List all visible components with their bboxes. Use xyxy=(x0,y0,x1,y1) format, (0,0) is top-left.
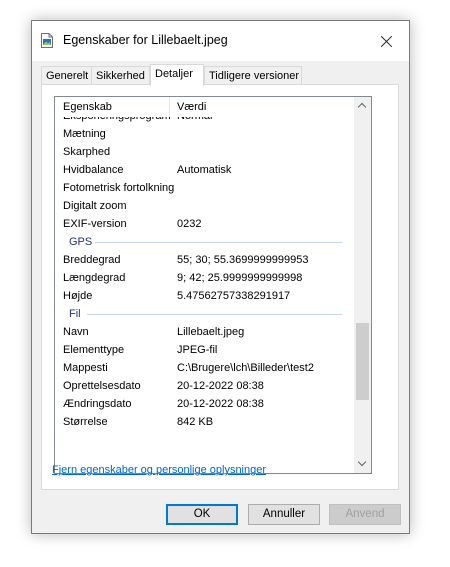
property-name: Fotometrisk fortolkning xyxy=(63,182,175,194)
group-header-fil: Fil xyxy=(55,305,352,323)
property-name: Ændringsdato xyxy=(63,398,132,410)
list-item[interactable]: Ændringsdato 20-12-2022 08:38 xyxy=(55,395,352,413)
property-value: 842 KB xyxy=(177,416,214,428)
details-list[interactable]: Eksponeringsprogram Normal Mætning Skarp… xyxy=(54,96,372,474)
property-name: Højde xyxy=(63,290,93,302)
list-item[interactable]: Breddegrad 55; 30; 55.3699999999953 xyxy=(55,251,352,269)
list-item[interactable]: Størrelse 842 KB xyxy=(55,413,352,431)
property-value: 9; 42; 25.9999999999998 xyxy=(177,272,303,284)
details-rows: Eksponeringsprogram Normal Mætning Skarp… xyxy=(55,107,352,431)
list-item[interactable]: EXIF-version 0232 xyxy=(55,215,352,233)
list-item[interactable]: Fotometrisk fortolkning xyxy=(55,179,352,197)
group-divider xyxy=(87,314,342,315)
property-value: 0232 xyxy=(177,218,202,230)
group-header-gps: GPS xyxy=(55,233,352,251)
property-value: JPEG-fil xyxy=(177,344,218,356)
property-name: EXIF-version xyxy=(63,218,127,230)
list-item[interactable]: Elementtype JPEG-fil xyxy=(55,341,352,359)
property-name: Mætning xyxy=(63,128,106,140)
property-value: 20-12-2022 08:38 xyxy=(177,398,264,410)
scrollbar-thumb[interactable] xyxy=(356,323,369,400)
property-name: Størrelse xyxy=(63,416,108,428)
list-item[interactable]: Mætning xyxy=(55,125,352,143)
list-item[interactable]: Oprettelsesdato 20-12-2022 08:38 xyxy=(55,377,352,395)
tab-tidligere-versioner[interactable]: Tidligere versioner xyxy=(204,66,302,84)
properties-dialog: Egenskaber for Lillebaelt.jpeg Generelt … xyxy=(31,20,410,534)
property-name: Breddegrad xyxy=(63,254,121,266)
list-item[interactable]: Mappesti C:\Brugere\lch\Billeder\test2 xyxy=(55,359,352,377)
column-header-value[interactable]: Værdi xyxy=(169,97,206,117)
apply-button[interactable]: Anvend xyxy=(329,504,401,525)
property-name: Oprettelsesdato xyxy=(63,380,141,392)
scroll-up-arrow-icon[interactable] xyxy=(354,97,371,114)
window-title: Egenskaber for Lillebaelt.jpeg xyxy=(63,33,228,47)
title-bar[interactable]: Egenskaber for Lillebaelt.jpeg xyxy=(32,21,409,61)
column-header-property[interactable]: Egenskab xyxy=(63,101,112,113)
ok-button[interactable]: OK xyxy=(166,504,238,525)
property-name: Hvidbalance xyxy=(63,164,124,176)
property-name: Elementtype xyxy=(63,344,125,356)
group-label: GPS xyxy=(69,236,93,248)
list-item[interactable]: Navn Lillebaelt.jpeg xyxy=(55,323,352,341)
remove-properties-link[interactable]: Fjern egenskaber og personlige oplysning… xyxy=(52,464,266,476)
property-value: Lillebaelt.jpeg xyxy=(177,326,245,338)
tab-detaljer[interactable]: Detaljer xyxy=(150,64,204,86)
group-divider xyxy=(95,242,342,243)
list-item[interactable]: Længdegrad 9; 42; 25.9999999999998 xyxy=(55,269,352,287)
property-name: Mappesti xyxy=(63,362,108,374)
details-tab-page: Eksponeringsprogram Normal Mætning Skarp… xyxy=(41,84,399,490)
vertical-scrollbar[interactable] xyxy=(354,97,371,473)
tab-strip: Generelt Sikkerhed Detaljer Tidligere ve… xyxy=(41,64,401,86)
list-item[interactable]: Digitalt zoom xyxy=(55,197,352,215)
property-value: C:\Brugere\lch\Billeder\test2 xyxy=(177,362,314,374)
property-name: Længdegrad xyxy=(63,272,126,284)
property-name: Navn xyxy=(63,326,89,338)
list-item[interactable]: Skarphed xyxy=(55,143,352,161)
list-item[interactable]: Hvidbalance Automatisk xyxy=(55,161,352,179)
scroll-down-arrow-icon[interactable] xyxy=(354,456,371,473)
close-icon[interactable] xyxy=(365,21,409,61)
cancel-button[interactable]: Annuller xyxy=(248,504,320,525)
property-name: Skarphed xyxy=(63,146,111,158)
column-header: Egenskab Værdi xyxy=(55,97,352,117)
jpeg-file-icon xyxy=(41,33,53,48)
property-value: 20-12-2022 08:38 xyxy=(177,380,264,392)
property-value: 55; 30; 55.3699999999953 xyxy=(177,254,309,266)
group-label: Fil xyxy=(69,308,81,320)
property-name: Digitalt zoom xyxy=(63,200,127,212)
property-value: Automatisk xyxy=(177,164,232,176)
tab-sikkerhed[interactable]: Sikkerhed xyxy=(91,66,150,84)
tab-generelt[interactable]: Generelt xyxy=(41,66,92,84)
list-item[interactable]: Højde 5.47562757338291917 xyxy=(55,287,352,305)
property-value: 5.47562757338291917 xyxy=(177,290,291,302)
